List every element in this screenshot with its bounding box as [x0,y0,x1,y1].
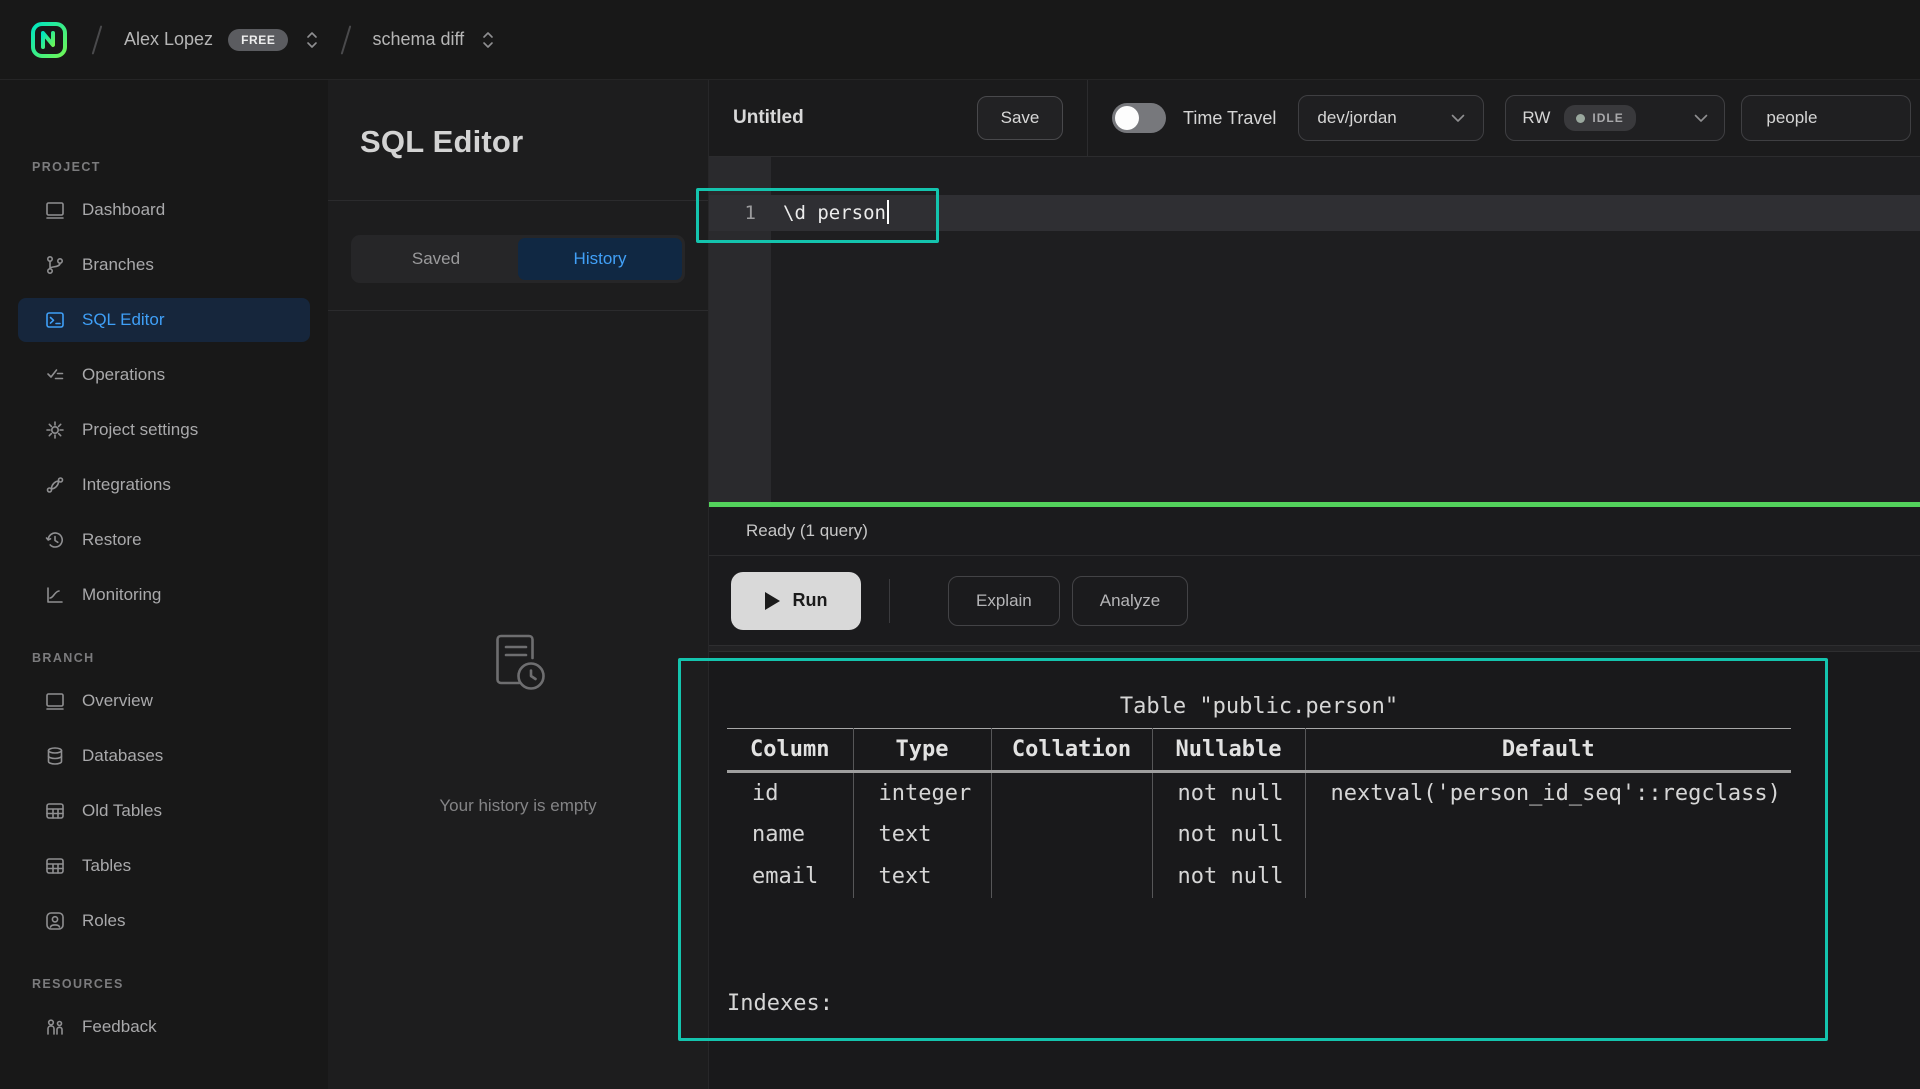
ready-status-text: Ready (1 query) [746,521,868,541]
editor-panel: Untitled Save Time Travel dev/jordan RW [708,80,1920,1089]
text-cursor [887,200,889,224]
sidebar-section-project: PROJECT [32,80,328,174]
divider [889,579,890,623]
page-title: SQL Editor [360,124,708,160]
active-line-highlight [709,195,1920,231]
breadcrumb-separator [92,25,103,54]
sidebar-item-old-tables[interactable]: Old Tables [18,789,310,833]
table-row: name text not null [727,814,1791,856]
segmented-control: Saved History [351,235,685,283]
sidebar-item-operations[interactable]: Operations [18,353,310,397]
table-grid-icon [44,800,66,822]
sidebar-section-resources: RESOURCES [32,977,328,991]
time-travel-toggle[interactable] [1112,103,1166,133]
table-grid-icon [44,855,66,877]
top-bar: Alex Lopez FREE schema diff [0,0,1920,80]
window-icon [44,690,66,712]
tabs-container: Saved History [328,201,708,311]
gear-icon [44,419,66,441]
column-header: Type [853,729,991,772]
analyze-button[interactable]: Analyze [1072,576,1188,626]
sidebar-item-databases[interactable]: Databases [18,734,310,778]
column-header: Collation [991,729,1152,772]
sidebar-item-tables[interactable]: Tables [18,844,310,888]
empty-history-icon [487,628,549,703]
panel-header: SQL Editor [328,80,708,201]
org-name[interactable]: Alex Lopez [124,29,213,50]
indexes-block: Indexes: "person_pkey" PRIMARY KEY, btre… [727,904,1791,1089]
project-switcher-chevrons-icon[interactable] [481,29,495,51]
neon-logo-icon[interactable] [30,21,68,59]
user-badge-icon [44,910,66,932]
column-header: Default [1305,729,1791,772]
table-row: id integer not null nextval('person_id_s… [727,772,1791,814]
code-editor[interactable]: 1 \d person [709,157,1920,502]
actions-row: Run Explain Analyze [709,556,1920,645]
time-travel-label: Time Travel [1183,108,1276,129]
branch-select[interactable]: dev/jordan [1298,95,1484,141]
table-row: email text not null [727,856,1791,898]
chart-icon [44,584,66,606]
query-title[interactable]: Untitled [733,107,804,129]
sidebar-item-overview[interactable]: Overview [18,679,310,723]
dashboard-icon [44,199,66,221]
column-header: Column [727,729,853,772]
indexes-label: Indexes: [727,984,1791,1024]
sidebar-item-sql-editor[interactable]: SQL Editor [18,298,310,342]
compute-select[interactable]: RW IDLE [1505,95,1725,141]
result-table: Column Type Collation Nullable Default i… [727,728,1791,898]
sidebar-item-dashboard[interactable]: Dashboard [18,188,310,232]
database-icon [44,745,66,767]
status-bar: Ready (1 query) [709,507,1920,556]
terminal-icon [44,309,66,331]
connection-controls: Time Travel dev/jordan RW IDLE [1088,80,1920,156]
query-result-output: Table "public.person" Column Type Collat… [727,686,1791,1089]
sidebar-item-roles[interactable]: Roles [18,899,310,943]
breadcrumb-separator [341,25,352,54]
history-clock-icon [44,529,66,551]
compute-status-badge: IDLE [1564,105,1635,131]
line-number: 1 [709,195,771,231]
checklist-icon [44,364,66,386]
run-button[interactable]: Run [731,572,861,630]
people-icon [44,1016,66,1038]
tab-saved[interactable]: Saved [354,238,518,280]
sidebar-item-branches[interactable]: Branches [18,243,310,287]
integrations-icon [44,474,66,496]
project-name[interactable]: schema diff [372,29,464,50]
explain-button[interactable]: Explain [948,576,1060,626]
tab-history[interactable]: History [518,238,682,280]
result-header-row: Column Type Collation Nullable Default [727,729,1791,772]
sidebar-item-feedback[interactable]: Feedback [18,1005,310,1049]
play-icon [765,592,780,610]
org-switcher-chevrons-icon[interactable] [305,29,319,51]
result-table-title: Table "public.person" [727,686,1791,728]
status-dot-icon [1576,114,1585,123]
query-tab-section: Untitled Save [709,80,1088,156]
database-select[interactable]: people [1741,95,1911,141]
neon-console: Alex Lopez FREE schema diff PROJECT Dash… [0,0,1920,1089]
sidebar-section-branch: BRANCH [32,651,328,665]
editor-header: Untitled Save Time Travel dev/jordan RW [709,80,1920,157]
sidebar: PROJECT Dashboard Branches SQL Editor Op… [0,80,328,1089]
empty-history-text: Your history is empty [328,796,708,816]
sidebar-item-restore[interactable]: Restore [18,518,310,562]
chevron-down-icon [1694,114,1708,123]
results-splitter[interactable] [709,645,1920,652]
plan-badge: FREE [228,29,288,51]
sql-editor-panel: SQL Editor Saved History Your history is… [328,80,708,1089]
column-header: Nullable [1152,729,1305,772]
toggle-knob [1115,106,1139,130]
sidebar-item-integrations[interactable]: Integrations [18,463,310,507]
sidebar-item-project-settings[interactable]: Project settings [18,408,310,452]
chevron-down-icon [1451,114,1465,123]
sidebar-item-monitoring[interactable]: Monitoring [18,573,310,617]
results-pane: Table "public.person" Column Type Collat… [709,652,1920,1089]
code-line[interactable]: \d person [783,195,889,231]
git-branch-icon [44,254,66,276]
save-button[interactable]: Save [977,96,1063,140]
